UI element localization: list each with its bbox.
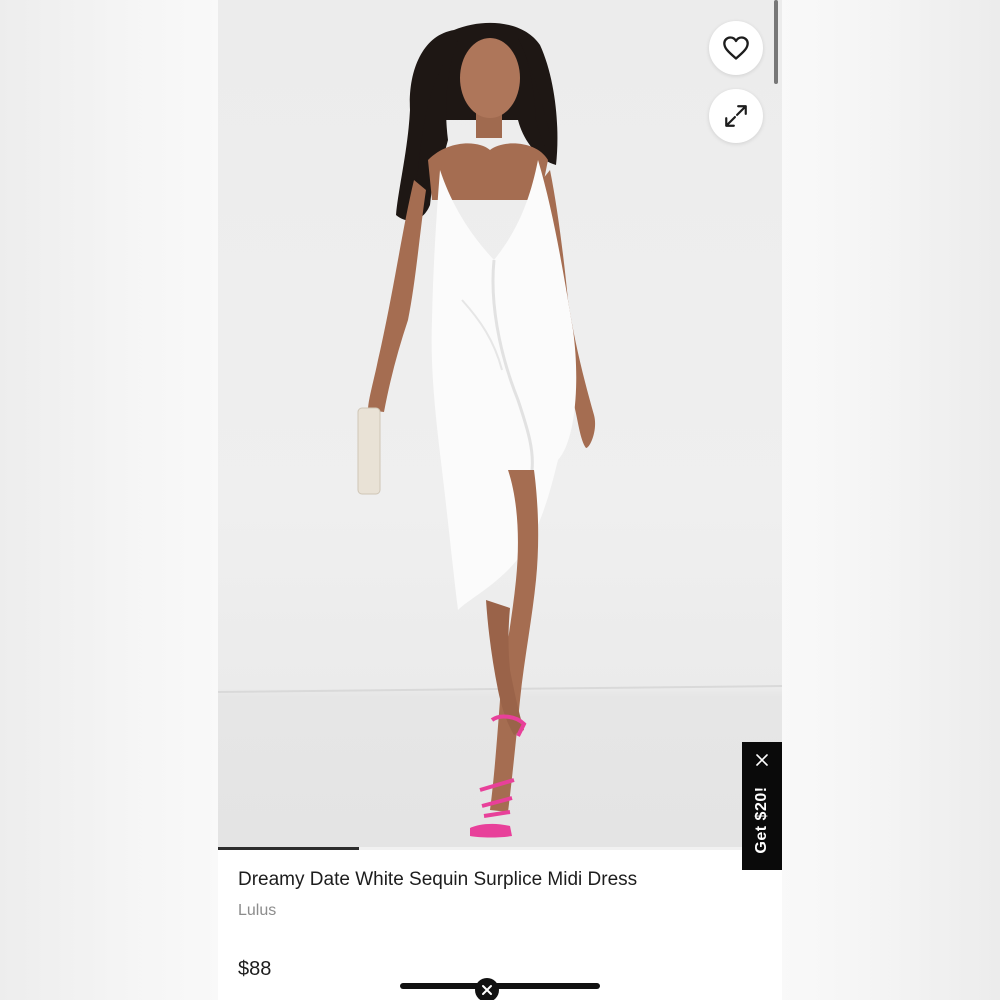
product-price: $88 <box>238 958 272 980</box>
product-screen: Get $20! Dreamy Date White Sequin Surpli… <box>218 0 782 1000</box>
gallery-progress <box>218 847 782 850</box>
product-photo[interactable] <box>218 0 782 850</box>
promo-label[interactable]: Get $20! <box>753 786 771 853</box>
close-icon <box>756 754 768 766</box>
dismiss-button[interactable] <box>475 978 499 1000</box>
close-icon <box>482 985 492 995</box>
promo-close-button[interactable] <box>752 750 772 770</box>
expand-icon <box>725 105 747 127</box>
heart-icon <box>723 36 749 60</box>
gallery-progress-fill <box>218 847 359 850</box>
promo-tab[interactable]: Get $20! <box>742 742 782 870</box>
favorite-button[interactable] <box>709 21 763 75</box>
scroll-indicator[interactable] <box>774 0 778 84</box>
product-brand[interactable]: Lulus <box>238 902 276 920</box>
expand-button[interactable] <box>709 89 763 143</box>
product-title: Dreamy Date White Sequin Surplice Midi D… <box>238 869 638 890</box>
home-indicator <box>400 983 600 989</box>
model-illustration <box>357 22 596 838</box>
